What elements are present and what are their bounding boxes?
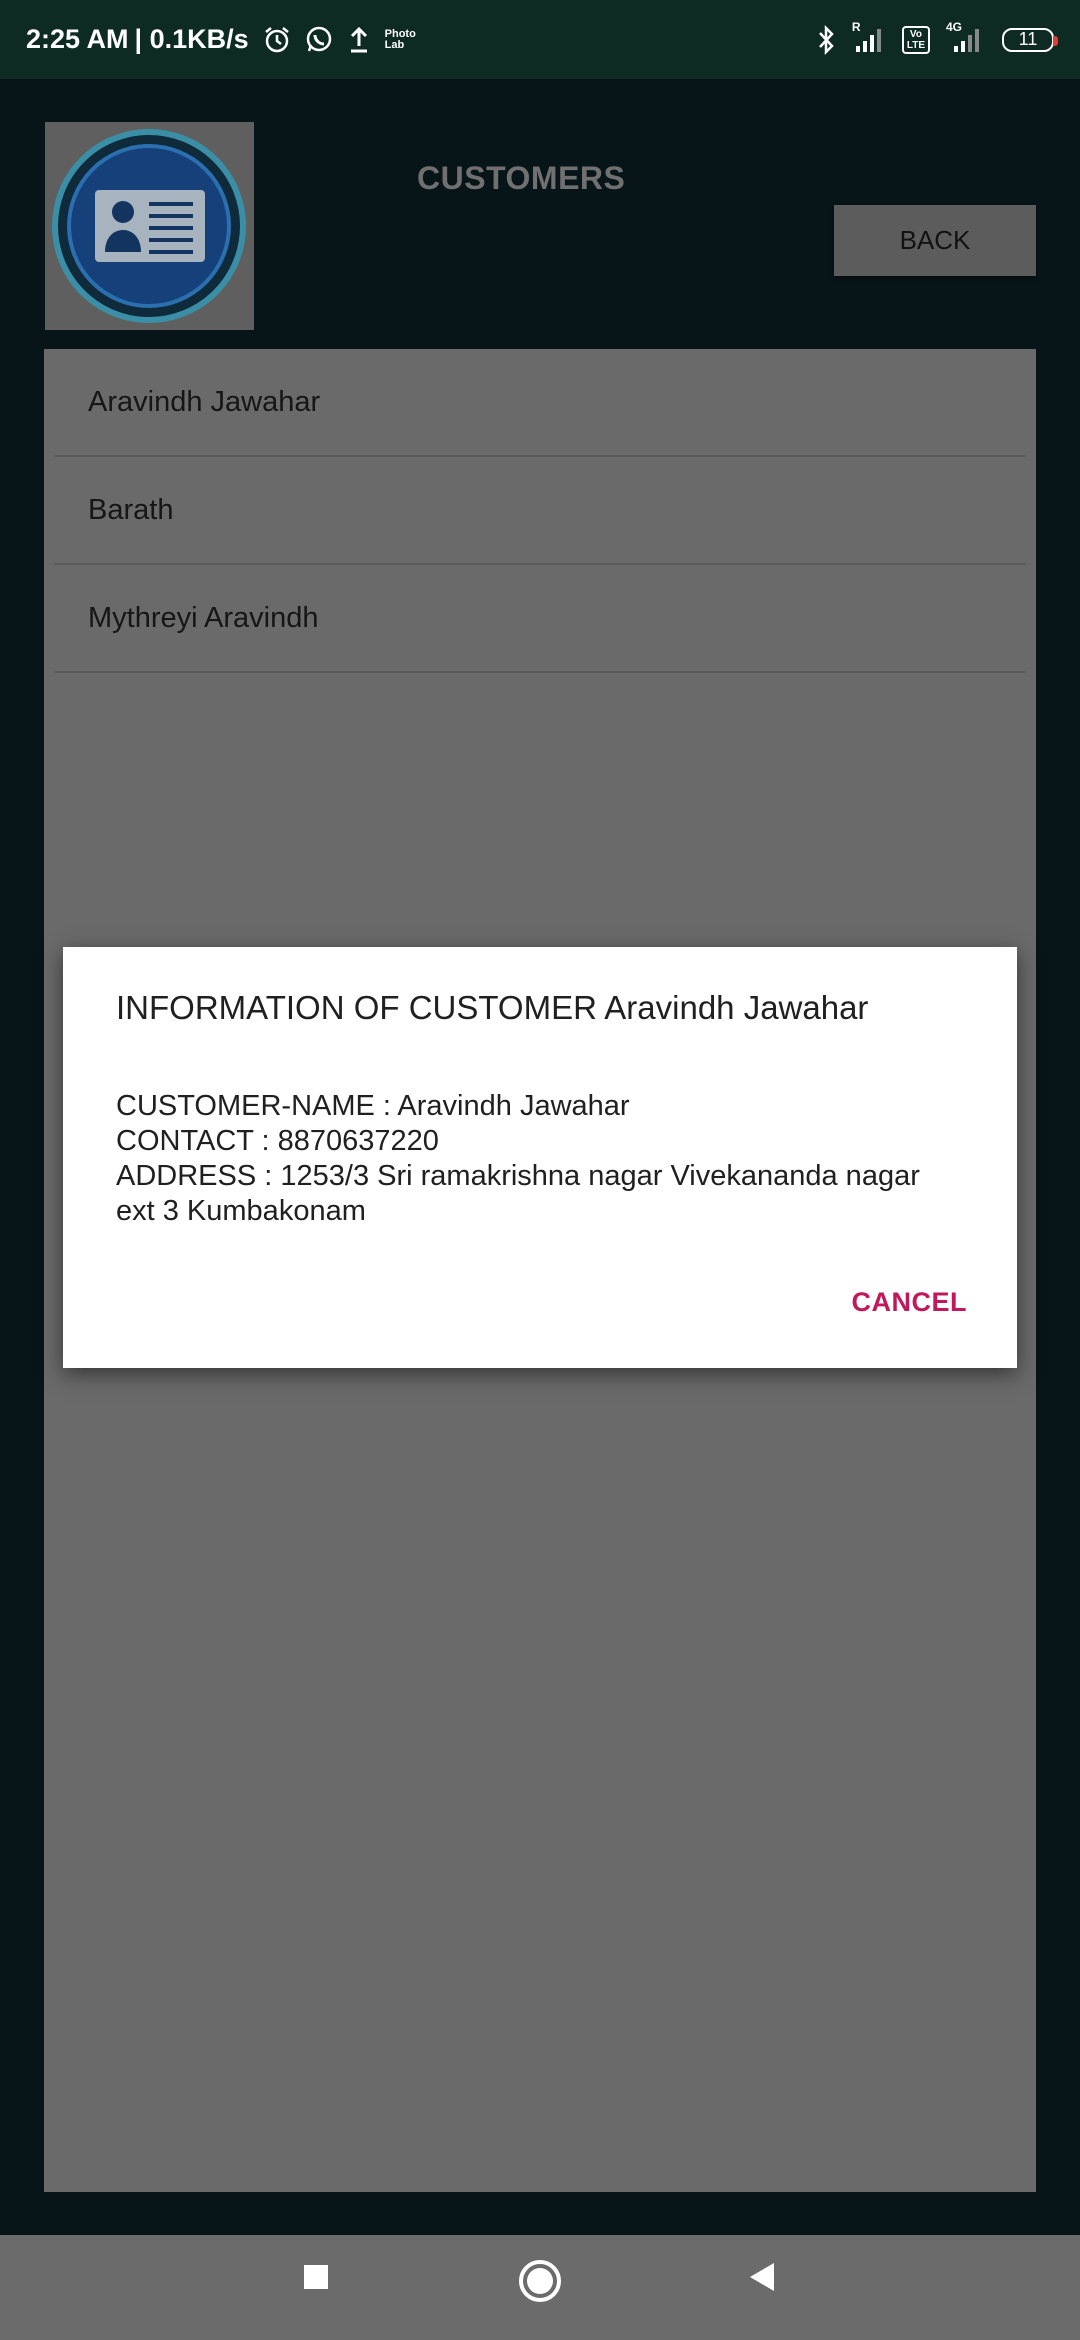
alarm-icon <box>263 26 291 54</box>
navigation-bar <box>0 2235 1080 2340</box>
roaming-indicator: R <box>851 19 861 34</box>
battery-icon: 11 <box>1002 27 1058 52</box>
status-right: R Vo LTE 4G 11 <box>816 20 1058 55</box>
page-title: CUSTOMERS <box>417 160 626 196</box>
customer-name-line: CUSTOMER-NAME : Aravindh Jawahar <box>116 1090 630 1122</box>
home-button[interactable] <box>517 2258 563 2304</box>
status-bar: 2:25 AM | 0.1KB/s Photo Lab R Vo LTE 4G … <box>0 0 1080 79</box>
whatsapp-icon <box>305 26 333 54</box>
contact-line: CONTACT : 8870637220 <box>116 1125 439 1157</box>
photo-lab-icon: Photo Lab <box>384 27 416 51</box>
signal-4g-icon: 4G <box>946 20 986 54</box>
customer-info-dialog: INFORMATION OF CUSTOMER Aravindh Jawahar… <box>63 947 1017 1368</box>
dialog-message: CUSTOMER-NAME : Aravindh Jawahar CONTACT… <box>116 1089 965 1229</box>
volte-icon: Vo LTE <box>901 25 930 54</box>
customer-name: Mythreyi Aravindh <box>88 601 319 634</box>
status-time: 2:25 AM <box>26 24 129 54</box>
customer-name: Barath <box>88 493 174 526</box>
status-left: 2:25 AM | 0.1KB/s Photo Lab <box>26 24 416 55</box>
list-item[interactable]: Aravindh Jawahar <box>54 349 1026 457</box>
bluetooth-icon <box>816 24 836 55</box>
circle-icon <box>519 2260 561 2302</box>
list-item[interactable]: Barath <box>54 457 1026 565</box>
upload-icon <box>347 26 371 54</box>
dialog-title: INFORMATION OF CUSTOMER Aravindh Jawahar <box>116 989 869 1026</box>
app-logo <box>45 122 254 330</box>
address-line: ADDRESS : 1253/3 Sri ramakrishna nagar V… <box>116 1160 920 1227</box>
contact-card-icon <box>52 129 246 323</box>
battery-level: 11 <box>1018 29 1038 49</box>
network-type: 4G <box>946 19 963 34</box>
screen: 2:25 AM | 0.1KB/s Photo Lab R Vo LTE 4G … <box>0 0 1080 2340</box>
square-icon <box>304 2265 328 2289</box>
cancel-button[interactable]: CANCEL <box>852 1287 968 1318</box>
back-button[interactable]: BACK <box>834 205 1036 276</box>
triangle-back-icon <box>750 2263 774 2291</box>
list-item[interactable]: Mythreyi Aravindh <box>54 565 1026 673</box>
recent-apps-button[interactable] <box>300 2261 332 2293</box>
customer-name: Aravindh Jawahar <box>88 385 321 418</box>
signal-roaming-icon: R <box>852 20 886 54</box>
back-nav-button[interactable] <box>744 2259 780 2295</box>
network-speed: | 0.1KB/s <box>134 24 249 54</box>
